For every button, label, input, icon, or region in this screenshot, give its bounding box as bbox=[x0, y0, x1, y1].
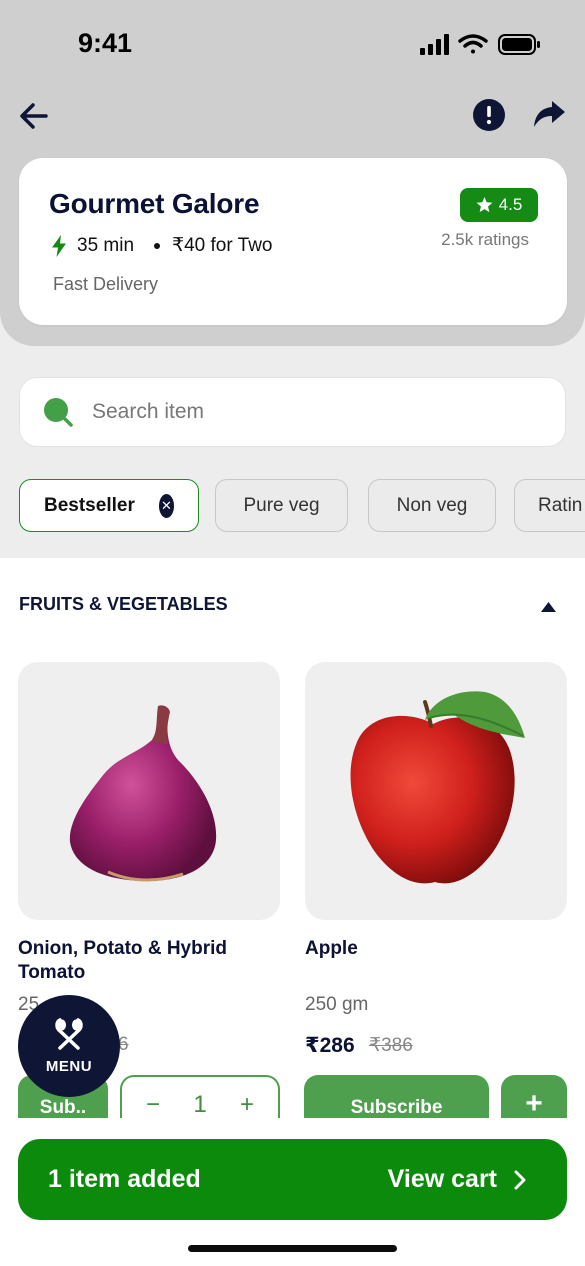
restaurant-meta: 35 min ₹40 for Two bbox=[51, 234, 273, 257]
rating-value: 4.5 bbox=[498, 195, 523, 214]
restaurant-name: Gourmet Galore bbox=[49, 188, 260, 219]
wifi-icon bbox=[458, 34, 488, 54]
delivery-tag: Fast Delivery bbox=[53, 274, 159, 294]
filter-chip-pure-veg[interactable]: Pure veg bbox=[215, 479, 348, 532]
search-input[interactable]: Search item bbox=[19, 377, 566, 447]
decrement-button[interactable]: − bbox=[146, 1091, 160, 1119]
close-icon[interactable]: ✕ bbox=[158, 493, 174, 518]
menu-button[interactable]: MENU bbox=[18, 995, 120, 1097]
restaurant-card: Gourmet Galore 4.5 2.5k ratings 35 min ₹… bbox=[19, 158, 567, 325]
increment-button[interactable]: + bbox=[240, 1091, 254, 1119]
product-quantity: 250 gm bbox=[305, 994, 369, 1015]
back-arrow-icon bbox=[20, 103, 48, 129]
filter-chip-label: Bestseller bbox=[44, 494, 135, 516]
section-title: FRUITS & VEGETABLES bbox=[19, 594, 228, 614]
home-indicator bbox=[188, 1245, 397, 1252]
chevron-right-icon bbox=[514, 1170, 526, 1189]
product-name: Onion, Potato & Hybrid Tomato bbox=[18, 938, 227, 983]
view-cart-bar[interactable]: 1 item added View cart bbox=[18, 1139, 567, 1220]
info-button[interactable] bbox=[473, 99, 505, 131]
filter-chip-label: Pure veg bbox=[243, 494, 320, 516]
signal-icon bbox=[420, 34, 449, 55]
product-price: ₹286 bbox=[305, 1034, 355, 1057]
product-old-price: ₹386 bbox=[369, 1035, 413, 1056]
battery-icon bbox=[498, 34, 540, 55]
star-icon bbox=[476, 197, 493, 213]
cart-summary: 1 item added bbox=[48, 1165, 201, 1193]
price-for-two: ₹40 for Two bbox=[172, 235, 273, 256]
search-icon bbox=[44, 398, 73, 427]
filter-chip-label: Non veg bbox=[396, 494, 468, 516]
bolt-icon bbox=[52, 234, 66, 257]
filter-chip-non-veg[interactable]: Non veg bbox=[368, 479, 496, 532]
filter-chip-label: Ratin bbox=[538, 494, 583, 516]
quantity-count: 1 bbox=[193, 1091, 207, 1118]
filter-chip-rating[interactable]: Ratin bbox=[514, 479, 585, 532]
product-name: Apple bbox=[305, 938, 358, 959]
view-cart-button[interactable]: View cart bbox=[388, 1165, 527, 1194]
search-placeholder: Search item bbox=[92, 400, 205, 423]
filter-chip-bestseller[interactable]: Bestseller ✕ bbox=[19, 479, 199, 532]
chevron-up-icon[interactable] bbox=[541, 599, 556, 612]
product-image-apple[interactable] bbox=[305, 662, 567, 920]
separator-dot bbox=[154, 242, 161, 249]
status-time: 9:41 bbox=[78, 28, 133, 58]
info-icon bbox=[473, 99, 505, 131]
ratings-count: 2.5k ratings bbox=[441, 230, 529, 249]
back-button[interactable] bbox=[16, 98, 56, 134]
view-cart-label: View cart bbox=[387, 1165, 497, 1193]
share-icon bbox=[534, 101, 565, 127]
status-icons bbox=[420, 32, 542, 58]
menu-label: MENU bbox=[45, 1057, 93, 1075]
product-image-onion[interactable] bbox=[18, 662, 280, 920]
share-button[interactable] bbox=[532, 100, 568, 130]
spoon-fork-icon bbox=[55, 1017, 83, 1050]
rating-badge: 4.5 bbox=[460, 188, 538, 222]
delivery-time: 35 min bbox=[77, 234, 135, 256]
